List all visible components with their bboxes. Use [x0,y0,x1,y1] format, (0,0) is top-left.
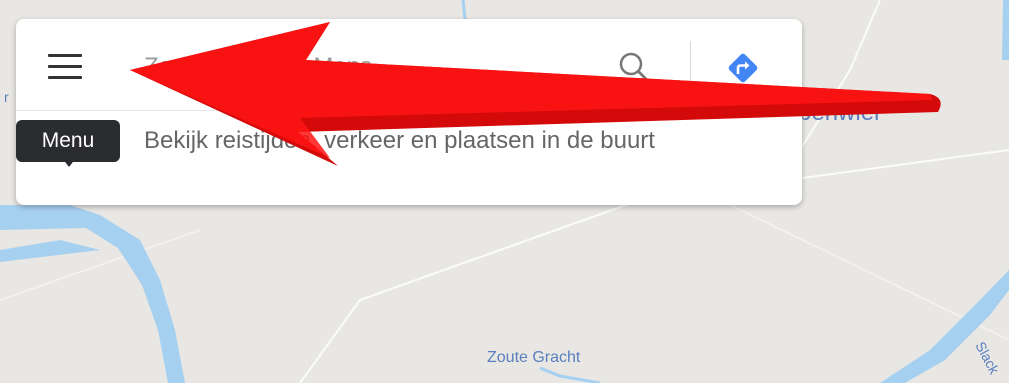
search-button[interactable] [614,47,656,89]
hamburger-menu-icon [48,65,82,68]
menu-button[interactable] [40,49,82,85]
map-label-zoute-gracht: Zoute Gracht [487,349,581,366]
search-input[interactable] [144,52,584,82]
hamburger-menu-icon [48,76,82,79]
menu-tooltip-tail [62,158,76,167]
map-water [1002,0,1009,60]
card-divider [16,110,802,111]
map-label-edge: r [4,89,9,105]
promo-text[interactable]: Bekijk reistijden, verkeer en plaatsen i… [144,125,724,157]
directions-icon [728,53,758,83]
map-label-benwier: benwier [798,99,882,126]
search-icon [619,52,651,84]
directions-button[interactable] [722,47,764,89]
hamburger-menu-icon [48,54,82,57]
menu-tooltip: Menu [16,120,120,162]
map-water [461,0,467,20]
search-divider [690,41,691,85]
search-card: Bekijk reistijden, verkeer en plaatsen i… [16,19,802,205]
